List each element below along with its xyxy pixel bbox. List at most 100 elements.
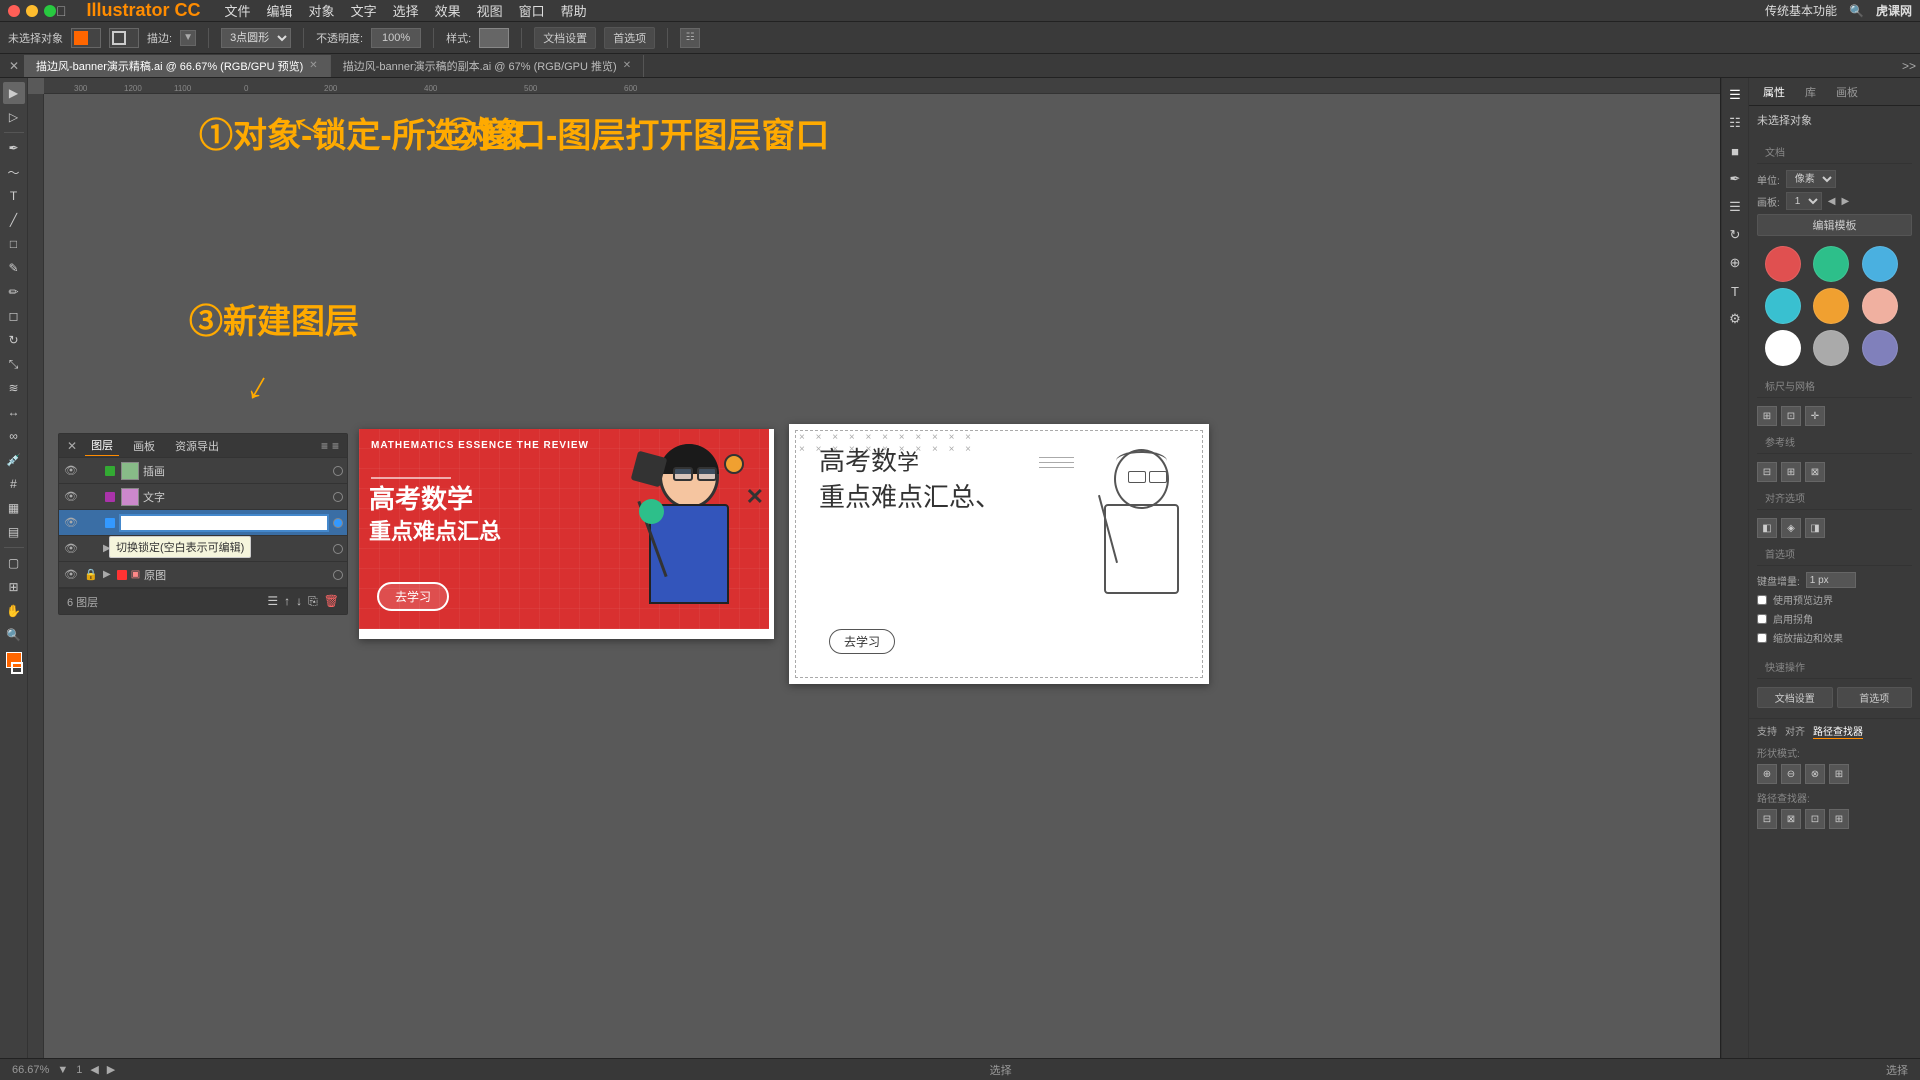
arrange-btn[interactable]: ☷ — [680, 28, 700, 48]
doc-settings-btn[interactable]: 文档设置 — [534, 27, 596, 49]
right-icon-pathfinder[interactable]: ⊕ — [1722, 250, 1748, 276]
stroke-swatch[interactable] — [109, 28, 139, 48]
chart-tool[interactable]: ▤ — [3, 521, 25, 543]
preview-bounds-checkbox[interactable] — [1757, 595, 1767, 605]
menu-type[interactable]: 文字 — [351, 1, 377, 20]
style-swatch[interactable] — [479, 28, 509, 48]
right-icon-layers[interactable]: ☷ — [1722, 110, 1748, 136]
tab-2[interactable]: 描边风-banner演示稿的副本.ai @ 67% (RGB/GPU 推览) ✕ — [331, 55, 644, 77]
width-tool[interactable]: ↔ — [3, 401, 25, 423]
curvature-tool[interactable]: 〜 — [3, 161, 25, 183]
layer-lock-2[interactable] — [83, 489, 99, 505]
right-icon-settings[interactable]: ⚙ — [1722, 306, 1748, 332]
layer-radio-2[interactable] — [333, 492, 343, 502]
search-icon[interactable]: 🔍 — [1849, 4, 1864, 18]
layer-eye-4[interactable]: 👁 — [63, 541, 79, 557]
eraser-tool[interactable]: ◻ — [3, 305, 25, 327]
tab-2-close[interactable]: ✕ — [623, 60, 631, 71]
swatch-light-blue[interactable] — [1862, 246, 1898, 282]
swatch-teal[interactable] — [1813, 246, 1849, 282]
eyedropper-tool[interactable]: 💉 — [3, 449, 25, 471]
direct-select-tool[interactable]: ▷ — [3, 106, 25, 128]
nudge-input[interactable] — [1806, 572, 1856, 588]
panel-tab-export[interactable]: 资源导出 — [169, 436, 225, 456]
quick-doc-settings-btn[interactable]: 文档设置 — [1757, 687, 1833, 708]
shape-intersect-btn[interactable]: ⊗ — [1805, 764, 1825, 784]
right-icon-brush[interactable]: ✒ — [1722, 166, 1748, 192]
align-right-btn[interactable]: ◨ — [1805, 518, 1825, 538]
board-select[interactable]: 1 — [1786, 192, 1822, 210]
pf-trim-btn[interactable]: ⊠ — [1781, 809, 1801, 829]
brush-select[interactable]: 3点圆形 — [221, 28, 291, 48]
menu-file[interactable]: 文件 — [225, 1, 251, 20]
layer-radio-4[interactable] — [333, 544, 343, 554]
layer-new-btn[interactable]: ☰ — [267, 594, 278, 609]
shape-exclude-btn[interactable]: ⊞ — [1829, 764, 1849, 784]
stroke-control[interactable] — [11, 662, 23, 674]
right-tab-library[interactable]: 库 — [1799, 80, 1822, 104]
swatch-gray[interactable] — [1813, 330, 1849, 366]
gradient-tool[interactable]: ▦ — [3, 497, 25, 519]
layer-copy-btn[interactable]: ⎘ — [308, 594, 318, 609]
right-icon-colors[interactable]: ■ — [1722, 138, 1748, 164]
menu-help[interactable]: 帮助 — [561, 1, 587, 20]
guides-btn2[interactable]: ⊞ — [1781, 462, 1801, 482]
menu-window[interactable]: 窗口 — [519, 1, 545, 20]
scale-strokes-checkbox[interactable] — [1757, 633, 1767, 643]
hand-tool[interactable]: ✋ — [3, 600, 25, 622]
pen-tool[interactable]: ✒ — [3, 137, 25, 159]
layer-lock-4[interactable] — [83, 541, 99, 557]
pf-merge-btn[interactable]: ⊡ — [1805, 809, 1825, 829]
minimize-button[interactable] — [26, 5, 38, 17]
layer-lock-5[interactable]: 🔒 — [83, 567, 99, 583]
bottom-tab-transform[interactable]: 支持 — [1757, 723, 1777, 739]
layer-radio-3[interactable] — [333, 518, 343, 528]
select-tool[interactable]: ▶ — [3, 82, 25, 104]
layer-lock-3[interactable] — [83, 515, 99, 531]
swatch-salmon[interactable] — [1862, 288, 1898, 324]
panel-tab-layers[interactable]: 图层 — [85, 435, 119, 456]
rulers-crosshair-btn[interactable]: ✛ — [1805, 406, 1825, 426]
board-nav-left[interactable]: ◀ — [1828, 196, 1836, 207]
right-icon-align[interactable]: ☰ — [1722, 194, 1748, 220]
layer-item-original[interactable]: 👁 🔒 ▶ ▣ 原图 — [59, 562, 347, 588]
layer-name-edit[interactable] — [119, 514, 329, 532]
swatch-purple[interactable] — [1862, 330, 1898, 366]
line-tool[interactable]: ╱ — [3, 209, 25, 231]
swatch-red[interactable] — [1765, 246, 1801, 282]
guides-btn3[interactable]: ⊠ — [1805, 462, 1825, 482]
artboard-next[interactable]: ▶ — [107, 1063, 115, 1076]
right-tab-properties[interactable]: 属性 — [1757, 80, 1791, 104]
layer-eye-3[interactable]: 👁 — [63, 515, 79, 531]
pf-divide-btn[interactable]: ⊟ — [1757, 809, 1777, 829]
layer-name-input[interactable] — [125, 517, 323, 529]
menu-effects[interactable]: 效果 — [435, 1, 461, 20]
layer-eye-1[interactable]: 👁 — [63, 463, 79, 479]
zoom-tool[interactable]: 🔍 — [3, 624, 25, 646]
board-nav-right[interactable]: ▶ — [1841, 196, 1849, 207]
paintbrush-tool[interactable]: ✎ — [3, 257, 25, 279]
layer-radio-1[interactable] — [333, 466, 343, 476]
close-panel-icon[interactable]: ✕ — [4, 56, 24, 76]
warp-tool[interactable]: ≋ — [3, 377, 25, 399]
menu-edit[interactable]: 编辑 — [267, 1, 293, 20]
panel-menu-icon[interactable]: ≡ — [332, 439, 339, 453]
layer-item-text[interactable]: 👁 文字 — [59, 484, 347, 510]
shape-minus-btn[interactable]: ⊖ — [1781, 764, 1801, 784]
layer-radio-5[interactable] — [333, 570, 343, 580]
right-tab-artboard[interactable]: 画板 — [1830, 80, 1864, 104]
layer-move-down-btn[interactable]: ↓ — [296, 594, 302, 609]
right-icon-transform[interactable]: ↻ — [1722, 222, 1748, 248]
artboard-tool[interactable]: ▢ — [3, 552, 25, 574]
layer-delete-btn[interactable]: 🗑 — [324, 594, 339, 609]
swatch-white[interactable] — [1765, 330, 1801, 366]
round-corners-checkbox[interactable] — [1757, 614, 1767, 624]
align-center-btn[interactable]: ◈ — [1781, 518, 1801, 538]
layer-item-chua[interactable]: 👁 插画 — [59, 458, 347, 484]
slice-tool[interactable]: ⊞ — [3, 576, 25, 598]
prefs-btn[interactable]: 首选项 — [604, 27, 655, 49]
right-icon-type[interactable]: T — [1722, 278, 1748, 304]
tab-arrange-icon[interactable]: >> — [1902, 59, 1916, 73]
layer-lock-1[interactable] — [83, 463, 99, 479]
mesh-tool[interactable]: # — [3, 473, 25, 495]
